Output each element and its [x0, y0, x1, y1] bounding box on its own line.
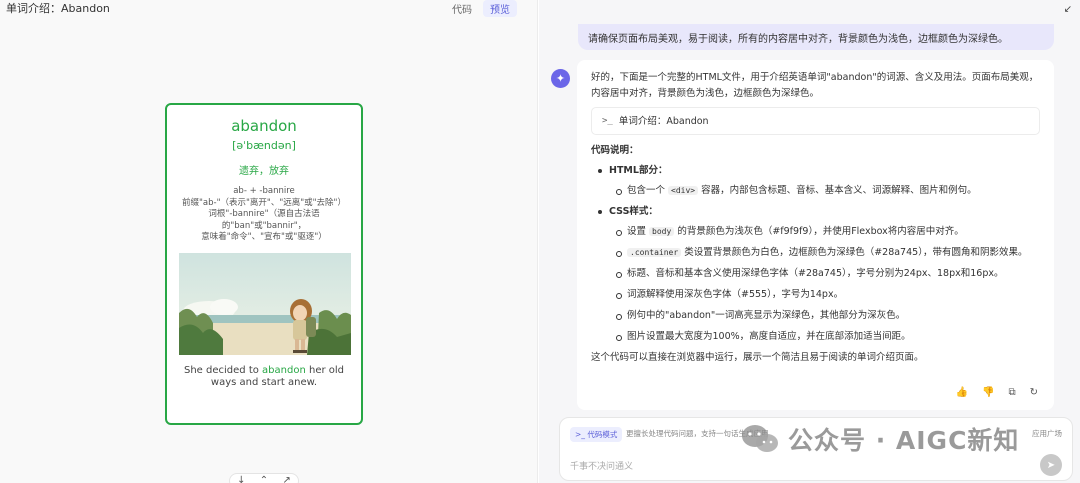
word-card: abandon [əˈbændən] 遗弃，放弃 ab- + -bannire … — [165, 103, 363, 425]
card-example: She decided to abandon her old ways and … — [179, 365, 349, 389]
bot-summary: 这个代码可以直接在浏览器中运行，展示一个简洁且易于阅读的单词介绍页面。 — [591, 352, 924, 363]
card-word: abandon — [231, 117, 297, 135]
list-item: 包含一个 <div> 容器，内部包含标题、音标、基本含义、词源解释、图片和例句。 — [609, 183, 1040, 198]
chat-panel: ↙ 请确保页面布局美观，易于阅读，所有的内容居中对齐，背景颜色为浅色，边框颜色为… — [539, 0, 1080, 483]
list-text: 包含一个 — [627, 185, 669, 196]
explain-list: HTML部分： 包含一个 <div> 容器，内部包含标题、音标、基本含义、词源解… — [591, 163, 1040, 344]
watermark: 公众号 · AIGC新知 — [740, 421, 1019, 457]
wechat-logo-icon — [742, 425, 778, 452]
etymology-line: 意味着"命令"、"宣布"或"驱逐"） — [201, 232, 327, 242]
etymology-line: ab- + -bannire — [233, 186, 295, 196]
tab-code[interactable]: 代码 — [445, 0, 479, 17]
list-item: CSS样式： 设置 body 的背景颜色为浅灰色（#f9f9f9），并使用Fle… — [591, 204, 1040, 344]
html-section-title: HTML部分： — [609, 165, 668, 176]
card-illustration — [179, 252, 351, 355]
preview-title: 单词介绍：Abandon — [6, 2, 110, 15]
list-item: HTML部分： 包含一个 <div> 容器，内部包含标题、音标、基本含义、词源解… — [591, 163, 1040, 198]
css-section-title: CSS样式： — [609, 206, 658, 217]
bot-message: 好的，下面是一个完整的HTML文件，用于介绍英语单词"abandon"的词源、含… — [577, 60, 1054, 410]
share-icon[interactable]: ↗ — [282, 475, 290, 483]
chevron-up-icon[interactable]: ⌃ — [260, 475, 268, 483]
list-text: 的背景颜色为浅灰色（#f9f9f9），并使用Flexbox将内容居中对齐。 — [674, 226, 964, 237]
inline-code: body — [649, 227, 675, 236]
example-highlight: abandon — [262, 364, 306, 376]
list-text: 设置 — [627, 226, 650, 237]
view-toggle: 代码 预览 — [445, 0, 517, 17]
bot-intro: 好的，下面是一个完整的HTML文件，用于介绍英语单词"abandon"的词源、含… — [591, 72, 1039, 99]
list-item: 设置 body 的背景颜色为浅灰色（#f9f9f9），并使用Flexbox将内容… — [609, 224, 1040, 239]
etymology-line: 前缀"ab-"（表示"离开"、"远离"或"去除"） — [182, 197, 346, 208]
list-item: 标题、音标和基本含义使用深绿色字体（#28a745），字号分别为24px、18p… — [609, 266, 1040, 281]
chat-input-placeholder[interactable]: 千事不决问通义 — [570, 459, 633, 472]
etymology-line: 词根"-bannire"（源自古法语的"ban"或"bannir"， — [208, 209, 320, 231]
tab-preview[interactable]: 预览 — [483, 0, 517, 17]
send-button[interactable]: ➤ — [1040, 454, 1062, 476]
bot-avatar-icon: ✦ — [551, 69, 570, 88]
code-reference-title: 单词介绍：Abandon — [618, 115, 709, 127]
code-mode-chip[interactable]: >_ 代码模式 — [570, 427, 623, 442]
download-icon[interactable]: ↓ — [237, 475, 245, 483]
watermark-text: 公众号 · AIGC新知 — [788, 426, 1020, 455]
app-plaza-link[interactable]: 应用广场 — [1032, 428, 1062, 439]
code-reference-card[interactable]: >_ 单词介绍：Abandon — [591, 107, 1040, 135]
list-text: 容器，内部包含标题、音标、基本含义、词源解释、图片和例句。 — [698, 185, 977, 196]
thumbs-down-icon[interactable]: 👎 — [982, 385, 994, 400]
thumbs-up-icon[interactable]: 👍 — [956, 385, 968, 400]
message-actions: 👍 👎 ⧉ ↻ — [956, 385, 1038, 400]
inline-code: <div> — [668, 186, 699, 195]
preview-header: 单词介绍：Abandon 代码 预览 — [0, 0, 537, 17]
terminal-icon: >_ — [602, 115, 613, 126]
example-text: She decided to — [184, 364, 263, 376]
user-message: 请确保页面布局美观，易于阅读，所有的内容居中对齐，背景颜色为浅色，边框颜色为深绿… — [578, 24, 1054, 50]
preview-toolbar: ↓ ⌃ ↗ — [229, 473, 299, 483]
list-text: 类设置背景颜色为白色，边框颜色为深绿色（#28a745），带有圆角和阴影效果。 — [681, 247, 1028, 258]
card-meaning: 遗弃，放弃 — [239, 166, 289, 177]
explain-title: 代码说明： — [591, 145, 639, 156]
list-item: 例句中的"abandon"一词高亮显示为深绿色，其他部分为深灰色。 — [609, 308, 1040, 323]
copy-icon[interactable]: ⧉ — [1008, 385, 1015, 400]
list-item: .container 类设置背景颜色为白色，边框颜色为深绿色（#28a745），… — [609, 245, 1040, 260]
card-phonetic: [əˈbændən] — [232, 139, 296, 152]
list-item: 图片设置最大宽度为100%，高度自适应，并在底部添加适当间距。 — [609, 329, 1040, 344]
card-etymology: ab- + -bannire 前缀"ab-"（表示"离开"、"远离"或"去除"）… — [179, 186, 349, 244]
list-item: 词源解释使用深灰色字体（#555），字号为14px。 — [609, 287, 1040, 302]
html-sublist: 包含一个 <div> 容器，内部包含标题、音标、基本含义、词源解释、图片和例句。 — [609, 183, 1040, 198]
collapse-icon[interactable]: ↙ — [1064, 4, 1072, 15]
preview-panel: 单词介绍：Abandon 代码 预览 abandon [əˈbændən] 遗弃… — [0, 0, 538, 483]
regenerate-icon[interactable]: ↻ — [1030, 385, 1038, 400]
css-sublist: 设置 body 的背景颜色为浅灰色（#f9f9f9），并使用Flexbox将内容… — [609, 224, 1040, 344]
inline-code: .container — [627, 248, 682, 257]
